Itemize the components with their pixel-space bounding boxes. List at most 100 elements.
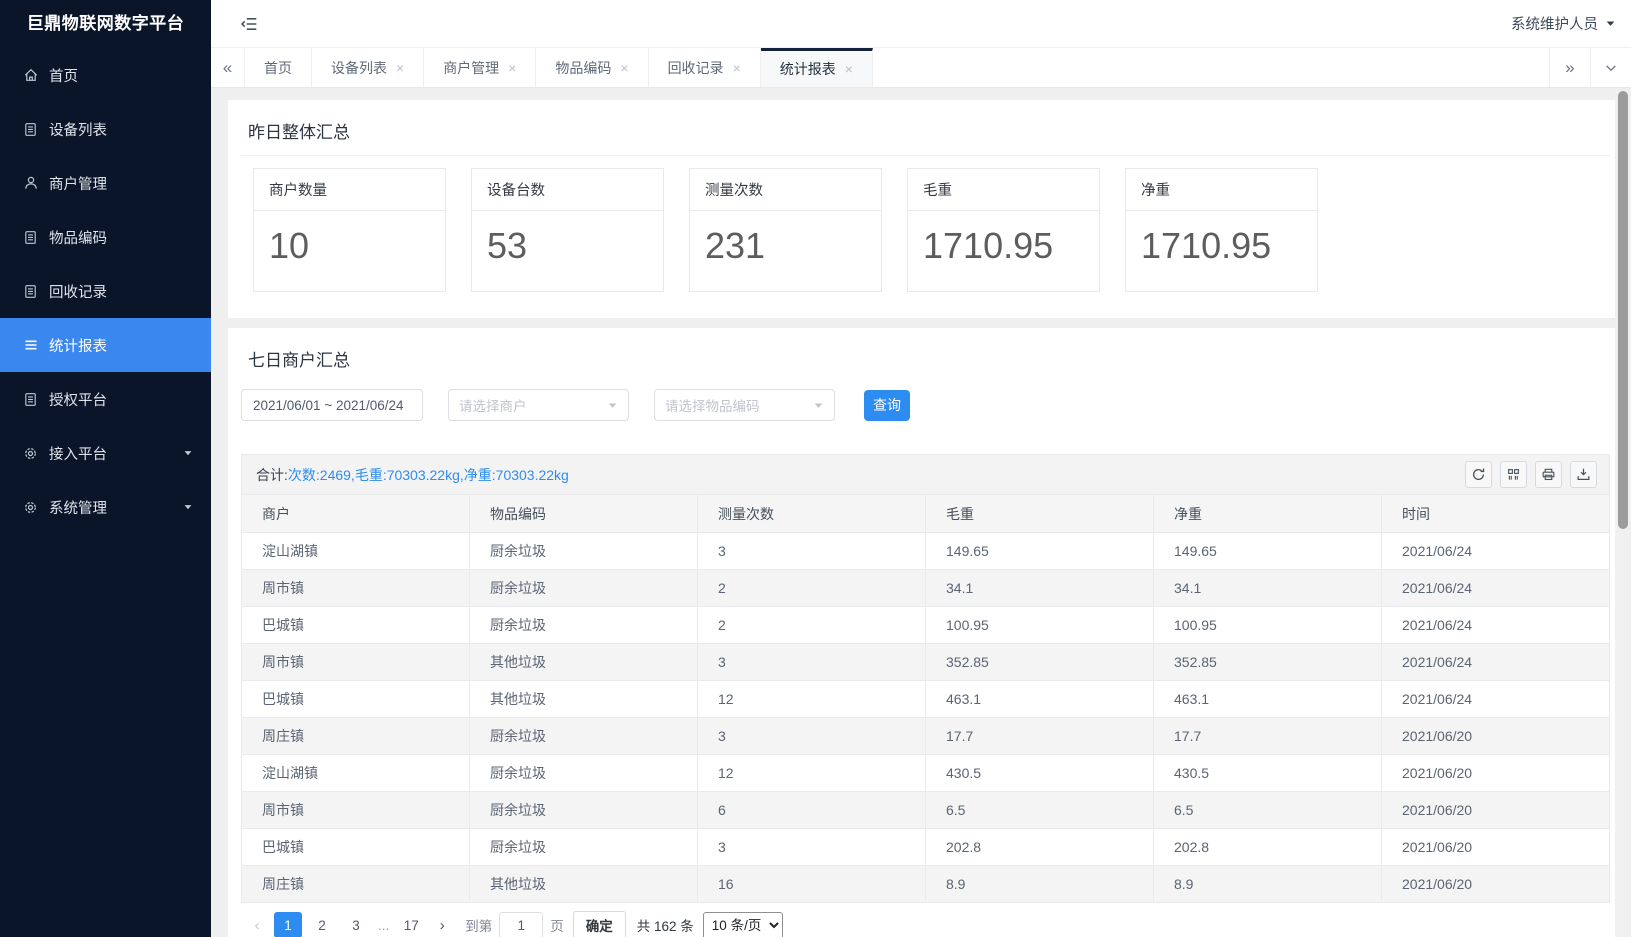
doc-icon: [22, 121, 39, 138]
table-row[interactable]: 淀山湖镇厨余垃圾12430.5430.52021/06/20: [242, 755, 1610, 792]
sidebar-item-auth-platform[interactable]: 授权平台: [0, 372, 211, 426]
close-icon[interactable]: ×: [733, 61, 741, 75]
sidebar-item-recycle-records[interactable]: 回收记录: [0, 264, 211, 318]
user-icon: [22, 175, 39, 192]
close-icon[interactable]: ×: [620, 61, 628, 75]
merchant-select[interactable]: 请选择商户: [448, 389, 629, 421]
search-button[interactable]: 查询: [864, 390, 910, 421]
table-cell: 2021/06/24: [1382, 681, 1610, 718]
page-button-1[interactable]: 1: [274, 912, 302, 937]
page-size-select[interactable]: 10 条/页: [703, 912, 783, 937]
close-icon[interactable]: ×: [845, 62, 853, 76]
sidebar-item-label: 接入平台: [49, 443, 107, 464]
merchant-select-placeholder: 请选择商户: [459, 395, 527, 415]
sidebar-item-access-platform[interactable]: 接入平台: [0, 426, 211, 480]
columns-button[interactable]: [1500, 461, 1527, 488]
sidebar-item-merchant-mgmt[interactable]: 商户管理: [0, 156, 211, 210]
chevron-down-icon: [183, 448, 193, 458]
item-code-select[interactable]: 请选择物品编码: [654, 389, 835, 421]
next-page-button[interactable]: ›: [432, 917, 452, 934]
tab-merchant-mgmt[interactable]: 商户管理×: [424, 48, 536, 87]
table-cell: 3: [698, 644, 926, 681]
table-row[interactable]: 周市镇其他垃圾3352.85352.852021/06/24: [242, 644, 1610, 681]
prev-page-button[interactable]: ‹: [247, 917, 267, 934]
tab-stats-report[interactable]: 统计报表×: [761, 48, 873, 87]
table-cell: 2021/06/20: [1382, 866, 1610, 903]
page-button-3[interactable]: 3: [342, 912, 370, 937]
print-button[interactable]: [1535, 461, 1562, 488]
vertical-scrollbar[interactable]: [1615, 89, 1631, 937]
table-cell: 2021/06/20: [1382, 829, 1610, 866]
page-button-17[interactable]: 17: [397, 912, 425, 937]
column-header: 商户: [242, 495, 470, 533]
close-icon[interactable]: ×: [508, 61, 516, 75]
sidebar-item-label: 首页: [49, 65, 78, 86]
table-cell: 厨余垃圾: [470, 829, 698, 866]
column-header: 毛重: [926, 495, 1154, 533]
date-range-input[interactable]: [241, 389, 423, 421]
sidebar-item-device-list[interactable]: 设备列表: [0, 102, 211, 156]
refresh-button[interactable]: [1465, 461, 1492, 488]
goto-label: 到第: [465, 915, 492, 935]
tab-home[interactable]: 首页: [245, 48, 312, 87]
table-row[interactable]: 巴城镇厨余垃圾2100.95100.952021/06/24: [242, 607, 1610, 644]
sidebar-item-system-mgmt[interactable]: 系统管理: [0, 480, 211, 534]
column-header: 时间: [1382, 495, 1610, 533]
overview-title: 昨日整体汇总: [241, 114, 1610, 156]
tab-item-code[interactable]: 物品编码×: [536, 48, 648, 87]
table-cell: 淀山湖镇: [242, 533, 470, 570]
close-icon[interactable]: ×: [396, 61, 404, 75]
table-cell: 3: [698, 533, 926, 570]
table-cell: 巴城镇: [242, 829, 470, 866]
table-row[interactable]: 周庄镇其他垃圾168.98.92021/06/20: [242, 866, 1610, 903]
sidebar-item-label: 统计报表: [49, 335, 107, 356]
table-cell: 8.9: [1154, 866, 1382, 903]
table-row[interactable]: 巴城镇厨余垃圾3202.8202.82021/06/20: [242, 829, 1610, 866]
table-cell: 430.5: [1154, 755, 1382, 792]
table-cell: 巴城镇: [242, 681, 470, 718]
scrollbar-thumb[interactable]: [1618, 91, 1628, 529]
user-name: 系统维护人员: [1511, 13, 1598, 34]
table-cell: 100.95: [926, 607, 1154, 644]
table-row[interactable]: 巴城镇其他垃圾12463.1463.12021/06/24: [242, 681, 1610, 718]
tabs-scroll-left-button[interactable]: «: [211, 48, 245, 87]
sidebar-item-label: 物品编码: [49, 227, 107, 248]
table-cell: 厨余垃圾: [470, 533, 698, 570]
table-row[interactable]: 周庄镇厨余垃圾317.717.72021/06/20: [242, 718, 1610, 755]
app-logo: 巨鼎物联网数字平台: [0, 0, 211, 48]
stat-card: 净重1710.95: [1125, 168, 1318, 292]
home-icon: [22, 67, 39, 84]
sidebar-item-stats-report[interactable]: 统计报表: [0, 318, 211, 372]
sidebar-item-item-code[interactable]: 物品编码: [0, 210, 211, 264]
tabs-menu-button[interactable]: [1590, 48, 1631, 87]
table-cell: 2021/06/24: [1382, 570, 1610, 607]
export-button[interactable]: [1570, 461, 1597, 488]
tabs-scroll-right-button[interactable]: »: [1549, 48, 1590, 87]
collapse-sidebar-icon[interactable]: [240, 15, 258, 33]
topbar: 系统维护人员: [211, 0, 1631, 48]
table-row[interactable]: 周市镇厨余垃圾234.134.12021/06/24: [242, 570, 1610, 607]
table-cell: 352.85: [1154, 644, 1382, 681]
table-cell: 厨余垃圾: [470, 607, 698, 644]
page-buttons: 123...17: [274, 912, 425, 937]
table-row[interactable]: 淀山湖镇厨余垃圾3149.65149.652021/06/24: [242, 533, 1610, 570]
tab-recycle-records[interactable]: 回收记录×: [649, 48, 761, 87]
table-cell: 巴城镇: [242, 607, 470, 644]
table-row[interactable]: 周市镇厨余垃圾66.56.52021/06/20: [242, 792, 1610, 829]
sidebar-item-home[interactable]: 首页: [0, 48, 211, 102]
table-cell: 3: [698, 829, 926, 866]
page-button-2[interactable]: 2: [308, 912, 336, 937]
goto-page-input[interactable]: [499, 912, 543, 937]
table-cell: 149.65: [926, 533, 1154, 570]
table-body: 淀山湖镇厨余垃圾3149.65149.652021/06/24周市镇厨余垃圾23…: [242, 533, 1610, 903]
table-cell: 3: [698, 718, 926, 755]
chevron-down-icon: [813, 400, 824, 411]
tab-device-list[interactable]: 设备列表×: [312, 48, 424, 87]
table-cell: 6.5: [1154, 792, 1382, 829]
doc-icon: [22, 229, 39, 246]
goto-confirm-button[interactable]: 确定: [573, 911, 626, 937]
stat-label: 商户数量: [254, 169, 445, 211]
table-cell: 202.8: [1154, 829, 1382, 866]
user-menu[interactable]: 系统维护人员: [1511, 13, 1616, 34]
sidebar-nav: 首页设备列表商户管理物品编码回收记录统计报表授权平台接入平台系统管理: [0, 48, 211, 534]
